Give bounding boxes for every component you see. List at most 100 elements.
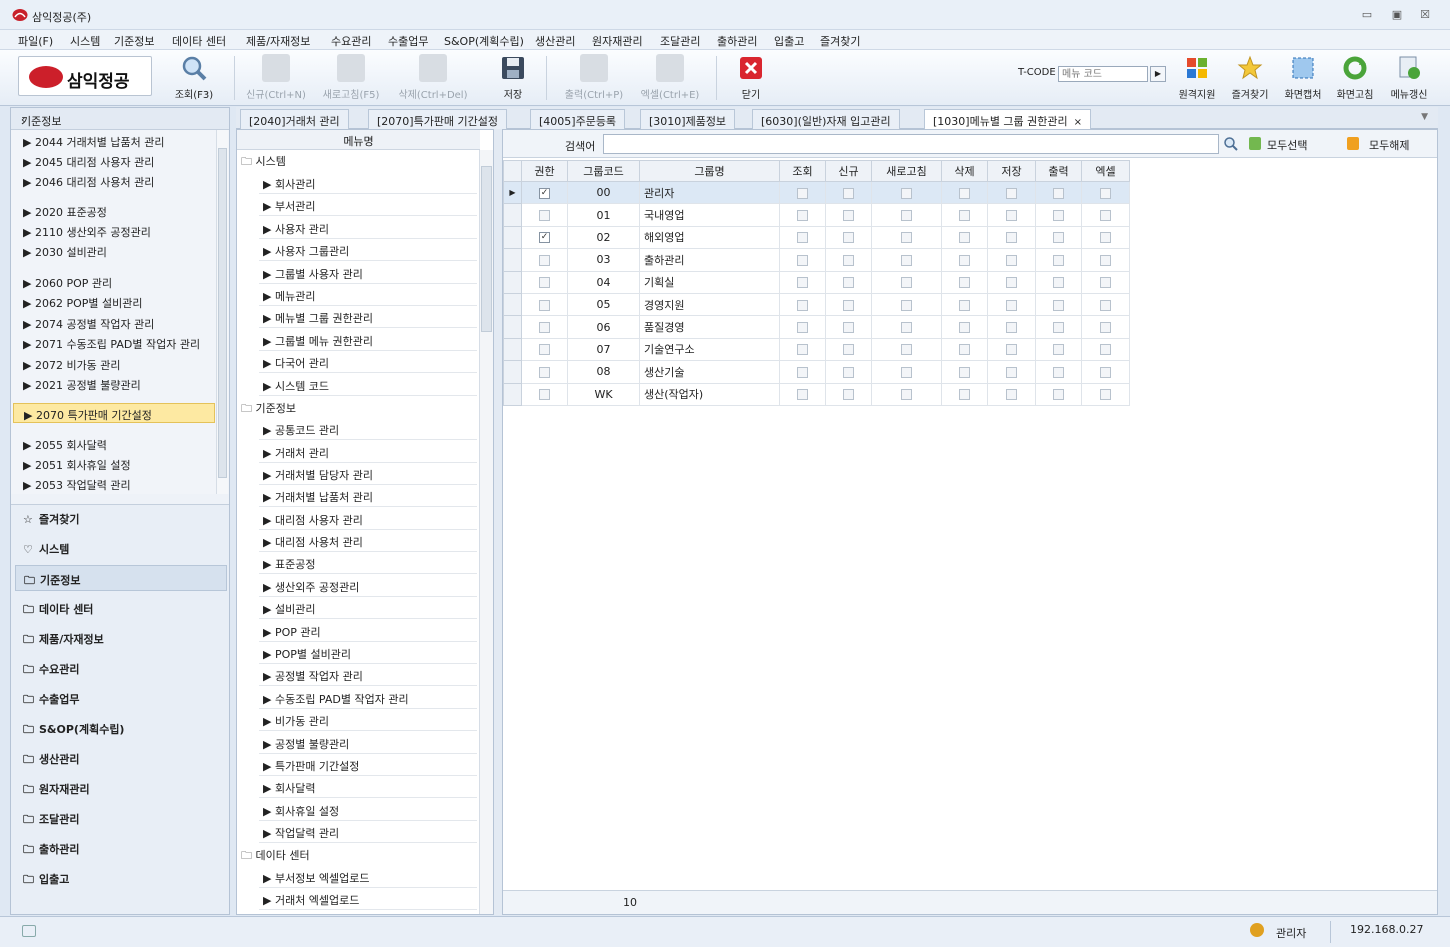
tree-node[interactable]: ▶ 회사휴일 설정 xyxy=(259,799,477,821)
tab-product-info[interactable]: [3010]제품정보 xyxy=(640,109,736,129)
permission-cell[interactable] xyxy=(871,248,942,272)
permission-cell[interactable] xyxy=(1081,337,1130,362)
permission-checkbox[interactable] xyxy=(1006,277,1017,289)
tree-group-data-center[interactable]: 🗀 데이타 센터 xyxy=(241,847,310,866)
delete-button[interactable]: 삭제(Ctrl+Del) xyxy=(392,52,474,104)
permission-checkbox[interactable] xyxy=(1100,277,1111,289)
permission-checkbox[interactable] xyxy=(1100,232,1111,244)
permission-cell[interactable] xyxy=(941,292,988,317)
auth-checkbox[interactable] xyxy=(539,344,550,356)
left-list-scrollbar[interactable] xyxy=(216,130,228,494)
auth-checkbox[interactable]: ✓ xyxy=(539,187,550,199)
tree-node[interactable]: ▶ 작업달력 관리 xyxy=(259,821,477,843)
auth-cell[interactable] xyxy=(521,337,568,362)
permission-cell[interactable] xyxy=(1081,248,1130,272)
table-row[interactable]: ▶ ✓ 00 관리자 xyxy=(503,180,1130,205)
permission-checkbox[interactable] xyxy=(797,277,808,289)
permission-checkbox[interactable] xyxy=(959,254,970,266)
tree-node[interactable]: ▶ 대리점 사용자 관리 xyxy=(259,508,477,530)
auth-checkbox[interactable] xyxy=(539,322,550,334)
minimize-button[interactable]: ▭ xyxy=(1358,8,1376,22)
permission-cell[interactable] xyxy=(825,315,872,339)
left-menu-item[interactable]: ▶ 2030 설비관리 xyxy=(23,244,107,260)
column-header[interactable]: 엑셀 xyxy=(1081,160,1130,182)
permission-cell[interactable] xyxy=(779,360,826,384)
menu-sop[interactable]: S&OP(계획수립) xyxy=(444,33,524,49)
select-all-button[interactable]: 모두선택 xyxy=(1245,134,1333,154)
row-indicator[interactable] xyxy=(503,360,522,384)
permission-checkbox[interactable] xyxy=(843,299,854,311)
tree-node[interactable]: ▶ 메뉴관리 xyxy=(259,284,477,306)
tab-list-dropdown-icon[interactable]: ▼ xyxy=(1421,112,1428,122)
column-header[interactable]: 그룹명 xyxy=(639,160,780,182)
row-indicator[interactable] xyxy=(503,337,522,362)
permission-checkbox[interactable] xyxy=(797,299,808,311)
left-menu-item[interactable]: ▶ 2074 공정별 작업자 관리 xyxy=(23,316,154,332)
tree-node[interactable]: ▶ 대리점 사용처 관리 xyxy=(259,530,477,552)
permission-checkbox[interactable] xyxy=(959,322,970,334)
column-header[interactable]: 삭제 xyxy=(941,160,988,182)
permission-checkbox[interactable] xyxy=(1006,210,1017,222)
permission-cell[interactable] xyxy=(941,180,988,205)
permission-cell[interactable] xyxy=(825,270,872,294)
permission-checkbox[interactable] xyxy=(959,210,970,222)
nav-product-material[interactable]: 🗀 제품/자재정보 xyxy=(15,625,227,651)
table-row[interactable]: 08 생산기술 xyxy=(503,360,1130,384)
left-menu-item[interactable]: ▶ 2021 공정별 불량관리 xyxy=(23,377,141,393)
nav-inout[interactable]: 🗀 입출고 xyxy=(15,865,227,891)
row-indicator[interactable] xyxy=(503,315,522,339)
permission-cell[interactable] xyxy=(825,203,872,227)
permission-cell[interactable] xyxy=(1081,315,1130,339)
permission-checkbox[interactable] xyxy=(901,232,912,244)
permission-cell[interactable] xyxy=(1035,292,1082,317)
nav-favorites[interactable]: ☆ 즐겨찾기 xyxy=(15,505,227,531)
row-indicator[interactable] xyxy=(503,225,522,250)
permission-cell[interactable] xyxy=(779,382,826,406)
tab-customer[interactable]: [2040]거래처 관리 xyxy=(240,109,349,129)
permission-cell[interactable] xyxy=(1035,270,1082,294)
permission-checkbox[interactable] xyxy=(1006,389,1017,401)
left-menu-item[interactable]: ▶ 2045 대리점 사용자 관리 xyxy=(23,154,154,170)
permission-checkbox[interactable] xyxy=(843,366,854,378)
permission-cell[interactable] xyxy=(987,180,1036,205)
tcode-go-button[interactable]: ▶ xyxy=(1150,66,1166,82)
auth-cell[interactable]: ✓ xyxy=(521,180,568,205)
permission-checkbox[interactable] xyxy=(1100,299,1111,311)
permission-cell[interactable] xyxy=(941,315,988,339)
permission-cell[interactable] xyxy=(779,180,826,205)
permission-cell[interactable] xyxy=(1035,382,1082,406)
permission-checkbox[interactable] xyxy=(797,232,808,244)
auth-checkbox[interactable] xyxy=(539,210,550,222)
permission-cell[interactable] xyxy=(1035,180,1082,205)
permission-checkbox[interactable] xyxy=(1053,254,1064,266)
menu-data-center[interactable]: 데이타 센터 xyxy=(172,33,226,49)
permission-checkbox[interactable] xyxy=(959,344,970,356)
nav-production[interactable]: 🗀 생산관리 xyxy=(15,745,227,771)
column-header[interactable]: 저장 xyxy=(987,160,1036,182)
tree-node[interactable]: ▶ 부서정보 엑셀업로드 xyxy=(259,866,477,888)
auth-cell[interactable]: ✓ xyxy=(521,225,568,250)
left-menu-item[interactable]: ▶ 2055 회사달력 xyxy=(23,437,107,453)
permission-checkbox[interactable] xyxy=(843,389,854,401)
permission-checkbox[interactable] xyxy=(901,210,912,222)
close-window-button[interactable]: ☒ xyxy=(1416,8,1434,22)
auth-checkbox[interactable] xyxy=(539,299,550,311)
menu-base-info[interactable]: 기준정보 xyxy=(114,33,154,49)
tree-node[interactable]: ▶ 그룹별 사용자 관리 xyxy=(259,262,477,284)
permission-checkbox[interactable] xyxy=(843,232,854,244)
tree-node[interactable]: ▶ 거래처 엑셀업로드 xyxy=(259,888,477,910)
tab-menu-group-permission[interactable]: [1030]메뉴별 그룹 권한관리 × xyxy=(924,109,1092,129)
menu-system[interactable]: 시스템 xyxy=(70,33,100,49)
row-indicator[interactable] xyxy=(503,382,522,406)
permission-cell[interactable] xyxy=(1035,248,1082,272)
permission-checkbox[interactable] xyxy=(1100,366,1111,378)
permission-cell[interactable] xyxy=(779,337,826,362)
print-button[interactable]: 출력(Ctrl+P) xyxy=(558,52,630,104)
scrollbar-thumb[interactable] xyxy=(218,148,227,478)
nav-shipping[interactable]: 🗀 출하관리 xyxy=(15,835,227,861)
permission-checkbox[interactable] xyxy=(901,299,912,311)
tree-node[interactable]: ▶ 비가동 관리 xyxy=(259,709,477,731)
permission-cell[interactable] xyxy=(871,315,942,339)
table-row[interactable]: 06 품질경영 xyxy=(503,315,1130,339)
menu-raw-material[interactable]: 원자재관리 xyxy=(592,33,643,49)
